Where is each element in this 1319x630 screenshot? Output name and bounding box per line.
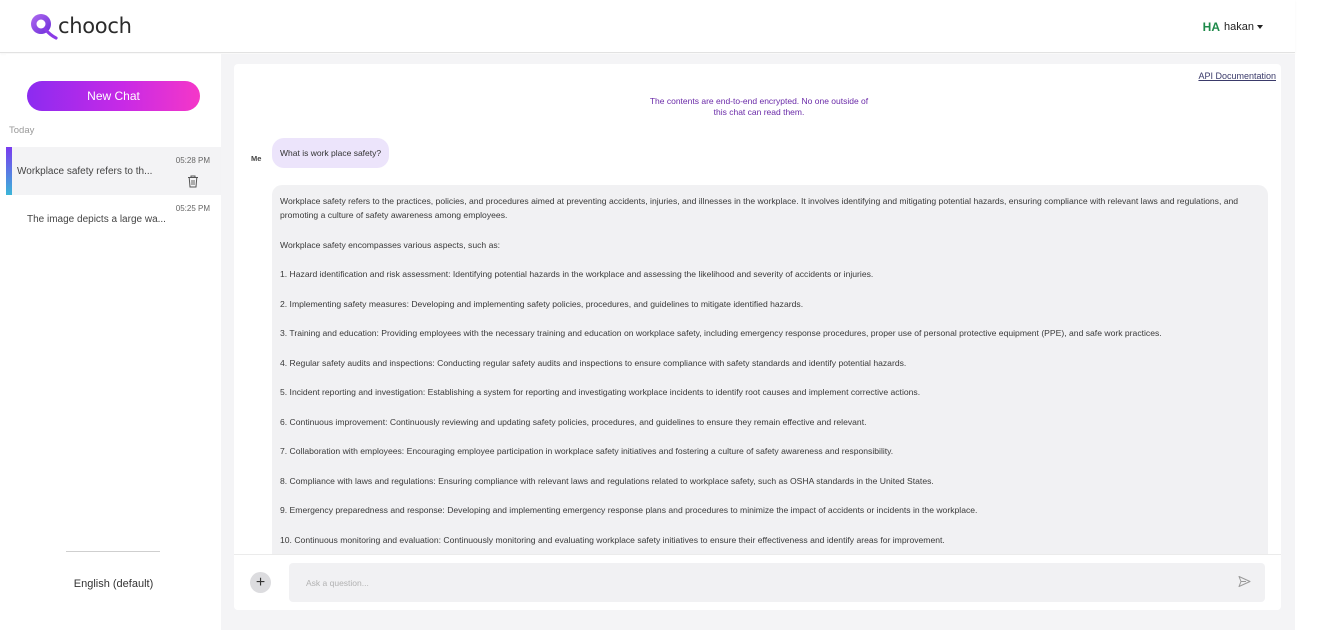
answer-paragraph: Workplace safety refers to the practices…	[280, 196, 1239, 221]
answer-paragraph: 9. Emergency preparedness and response: …	[280, 505, 978, 516]
chat-history-item[interactable]: The image depicts a large wa... 05:25 PM	[6, 195, 221, 243]
user-initials: HA	[1202, 20, 1221, 34]
send-icon[interactable]	[1238, 575, 1251, 588]
answer-paragraph: 7. Collaboration with employees: Encoura…	[280, 446, 894, 457]
trash-icon[interactable]	[187, 175, 199, 188]
answer-paragraph: 3. Training and education: Providing emp…	[280, 328, 1162, 339]
user-message: What is work place safety?	[272, 138, 390, 168]
sender-label: Me	[251, 154, 262, 163]
answer-paragraph: 6. Continuous improvement: Continuously …	[280, 416, 867, 427]
chooch-logo-icon	[31, 14, 58, 40]
api-documentation-link[interactable]: API Documentation	[1198, 71, 1276, 81]
notice-line: this chat can read them.	[713, 107, 805, 117]
chat-title: Workplace safety refers to th...	[17, 166, 153, 177]
question-input[interactable]	[289, 563, 1265, 602]
new-chat-button[interactable]: New Chat	[27, 81, 200, 111]
plus-icon[interactable]: +	[250, 572, 271, 593]
answer-paragraph: 4. Regular safety audits and inspections…	[280, 357, 907, 368]
chat-time: 05:28 PM	[175, 156, 210, 165]
answer-paragraph: 2. Implementing safety measures: Develop…	[280, 298, 804, 309]
chat-history-item[interactable]: Workplace safety refers to th... 05:28 P…	[6, 147, 221, 195]
active-indicator	[6, 147, 12, 195]
chevron-down-icon	[1257, 25, 1263, 29]
top-header: chooch HA hakan	[0, 0, 1295, 53]
divider	[66, 551, 160, 552]
notice-line: The contents are end-to-end encrypted. N…	[649, 96, 869, 106]
chooch-logo[interactable]: chooch	[28, 10, 132, 42]
assistant-message: Workplace safety refers to the practices…	[272, 185, 1268, 565]
user-name: hakan	[1224, 21, 1254, 33]
user-menu[interactable]: HA hakan	[1203, 20, 1263, 34]
answer-paragraph: 1. Hazard identification and risk assess…	[280, 269, 874, 280]
chat-panel: API Documentation The contents are end-t…	[234, 64, 1281, 610]
language-selector[interactable]: English (default)	[6, 578, 221, 590]
encryption-notice: The contents are end-to-end encrypted. N…	[634, 96, 884, 118]
composer: +	[234, 554, 1281, 610]
chat-time: 05:25 PM	[175, 204, 210, 213]
sidebar: New Chat Today Workplace safety refers t…	[6, 54, 221, 630]
answer-paragraph: 10. Continuous monitoring and evaluation…	[280, 534, 945, 545]
brand-name: chooch	[58, 14, 132, 38]
chat-title: The image depicts a large wa...	[27, 214, 166, 225]
answer-paragraph: Workplace safety encompasses various asp…	[280, 239, 501, 250]
answer-paragraph: 5. Incident reporting and investigation:…	[280, 387, 921, 398]
chat-group-label: Today	[9, 125, 35, 136]
answer-paragraph: 8. Compliance with laws and regulations:…	[280, 475, 934, 486]
